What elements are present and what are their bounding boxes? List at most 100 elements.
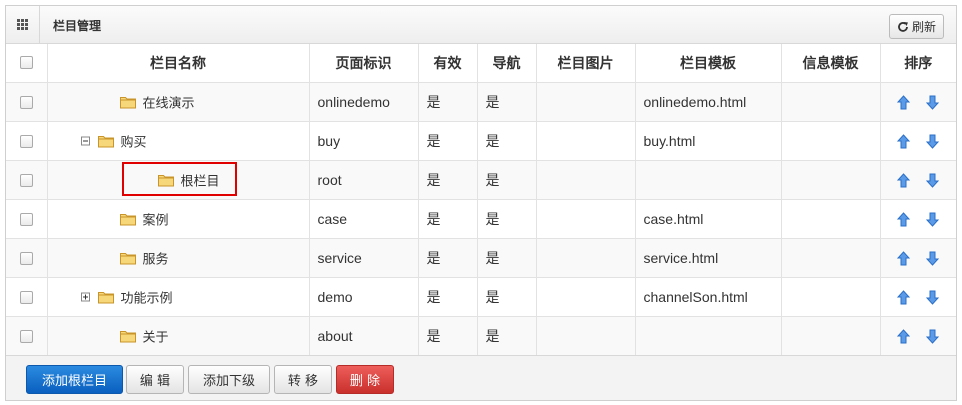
row-info-template [781, 238, 881, 278]
row-name-cell[interactable]: 根栏目 [47, 160, 310, 200]
panel-header: 栏目管理 刷新 [6, 6, 956, 44]
row-sort [880, 121, 956, 161]
move-down-icon[interactable] [926, 329, 940, 344]
row-info-template [781, 121, 881, 161]
row-checkbox[interactable] [6, 316, 48, 356]
col-header-name: 栏目名称 [47, 44, 310, 83]
table-row[interactable]: 在线演示 onlinedemo 是是 onlinedemo.html [6, 82, 956, 122]
col-header-nav: 导航 [477, 44, 537, 83]
row-name: 功能示例 [120, 291, 173, 306]
row-image [536, 199, 636, 239]
move-up-icon[interactable] [897, 134, 911, 149]
move-down-icon[interactable] [926, 212, 940, 227]
move-up-icon[interactable] [897, 95, 911, 110]
col-header-valid: 有效 [418, 44, 478, 83]
row-sort [880, 82, 956, 122]
move-up-icon[interactable] [897, 173, 911, 188]
row-checkbox[interactable] [6, 160, 48, 200]
move-button[interactable]: 转 移 [274, 365, 332, 394]
row-name: 根栏目 [180, 174, 220, 189]
row-sort [880, 199, 956, 239]
table-header-row: 栏目名称 页面标识 有效 导航 栏目图片 栏目模板 信息模板 排序 [6, 44, 956, 83]
row-nav: 是 [477, 82, 537, 122]
row-name-cell[interactable]: 功能示例 [47, 277, 310, 317]
move-up-icon[interactable] [897, 212, 911, 227]
collapse-icon[interactable] [80, 136, 90, 145]
row-valid: 是 [418, 199, 478, 239]
row-template: service.html [635, 238, 782, 278]
row-sort [880, 316, 956, 356]
row-nav: 是 [477, 238, 537, 278]
move-down-icon[interactable] [926, 134, 940, 149]
row-nav: 是 [477, 277, 537, 317]
row-template: channelSon.html [635, 277, 782, 317]
move-down-icon[interactable] [926, 290, 940, 305]
table-row[interactable]: 购买 buy 是是 buy.html [6, 121, 956, 161]
row-name-cell[interactable]: 案例 [47, 199, 310, 239]
row-valid: 是 [418, 82, 478, 122]
row-nav: 是 [477, 316, 537, 356]
row-name-cell[interactable]: 服务 [47, 238, 310, 278]
table-row[interactable]: 根栏目 root 是是 [6, 160, 956, 200]
row-name: 案例 [142, 213, 169, 228]
select-all-checkbox[interactable] [6, 44, 48, 83]
row-sort [880, 238, 956, 278]
col-header-sort: 排序 [880, 44, 956, 83]
row-valid: 是 [418, 316, 478, 356]
row-code: demo [309, 277, 419, 317]
refresh-button[interactable]: 刷新 [888, 14, 944, 39]
refresh-label: 刷新 [911, 20, 936, 34]
add-root-column-button[interactable]: 添加根栏目 [26, 365, 123, 394]
row-nav: 是 [477, 160, 537, 200]
row-name-cell[interactable]: 关于 [47, 316, 310, 356]
row-checkbox[interactable] [6, 121, 48, 161]
row-code: case [309, 199, 419, 239]
panel-footer: 添加根栏目 编 辑 添加下级 转 移 删 除 [6, 355, 956, 400]
delete-button[interactable]: 删 除 [336, 365, 394, 394]
folder-icon [157, 174, 174, 186]
row-info-template [781, 316, 881, 356]
row-info-template [781, 82, 881, 122]
edit-button[interactable]: 编 辑 [126, 365, 184, 394]
folder-icon [119, 330, 136, 342]
row-info-template [781, 277, 881, 317]
row-image [536, 82, 636, 122]
row-checkbox[interactable] [6, 82, 48, 122]
row-code: service [309, 238, 419, 278]
move-down-icon[interactable] [926, 251, 940, 266]
row-template [635, 160, 782, 200]
row-template [635, 316, 782, 356]
row-checkbox[interactable] [6, 277, 48, 317]
column-management-panel: 栏目管理 刷新 栏目名称 页面标识 有效 导航 栏目图片 栏目模板 信息模板 排… [5, 5, 957, 401]
table-row[interactable]: 案例 case 是是 case.html [6, 199, 956, 239]
row-name-cell[interactable]: 购买 [47, 121, 310, 161]
move-up-icon[interactable] [897, 290, 911, 305]
add-child-button[interactable]: 添加下级 [188, 365, 270, 394]
table-row[interactable]: 关于 about 是是 [6, 316, 956, 356]
row-valid: 是 [418, 160, 478, 200]
row-valid: 是 [418, 277, 478, 317]
folder-icon [119, 213, 136, 225]
move-down-icon[interactable] [926, 173, 940, 188]
table-row[interactable]: 服务 service 是是 service.html [6, 238, 956, 278]
row-nav: 是 [477, 121, 537, 161]
col-header-code: 页面标识 [309, 44, 419, 83]
table-row[interactable]: 功能示例 demo 是是 channelSon.html [6, 277, 956, 317]
row-image [536, 160, 636, 200]
row-code: onlinedemo [309, 82, 419, 122]
row-sort [880, 160, 956, 200]
expand-icon[interactable] [80, 292, 90, 301]
grid-menu-icon[interactable] [6, 6, 40, 43]
row-template: case.html [635, 199, 782, 239]
panel-title: 栏目管理 [53, 19, 102, 33]
row-valid: 是 [418, 238, 478, 278]
row-checkbox[interactable] [6, 238, 48, 278]
row-template: buy.html [635, 121, 782, 161]
move-down-icon[interactable] [926, 95, 940, 110]
row-name-cell[interactable]: 在线演示 [47, 82, 310, 122]
row-code: buy [309, 121, 419, 161]
col-header-image: 栏目图片 [536, 44, 636, 83]
move-up-icon[interactable] [897, 251, 911, 266]
move-up-icon[interactable] [897, 329, 911, 344]
row-checkbox[interactable] [6, 199, 48, 239]
